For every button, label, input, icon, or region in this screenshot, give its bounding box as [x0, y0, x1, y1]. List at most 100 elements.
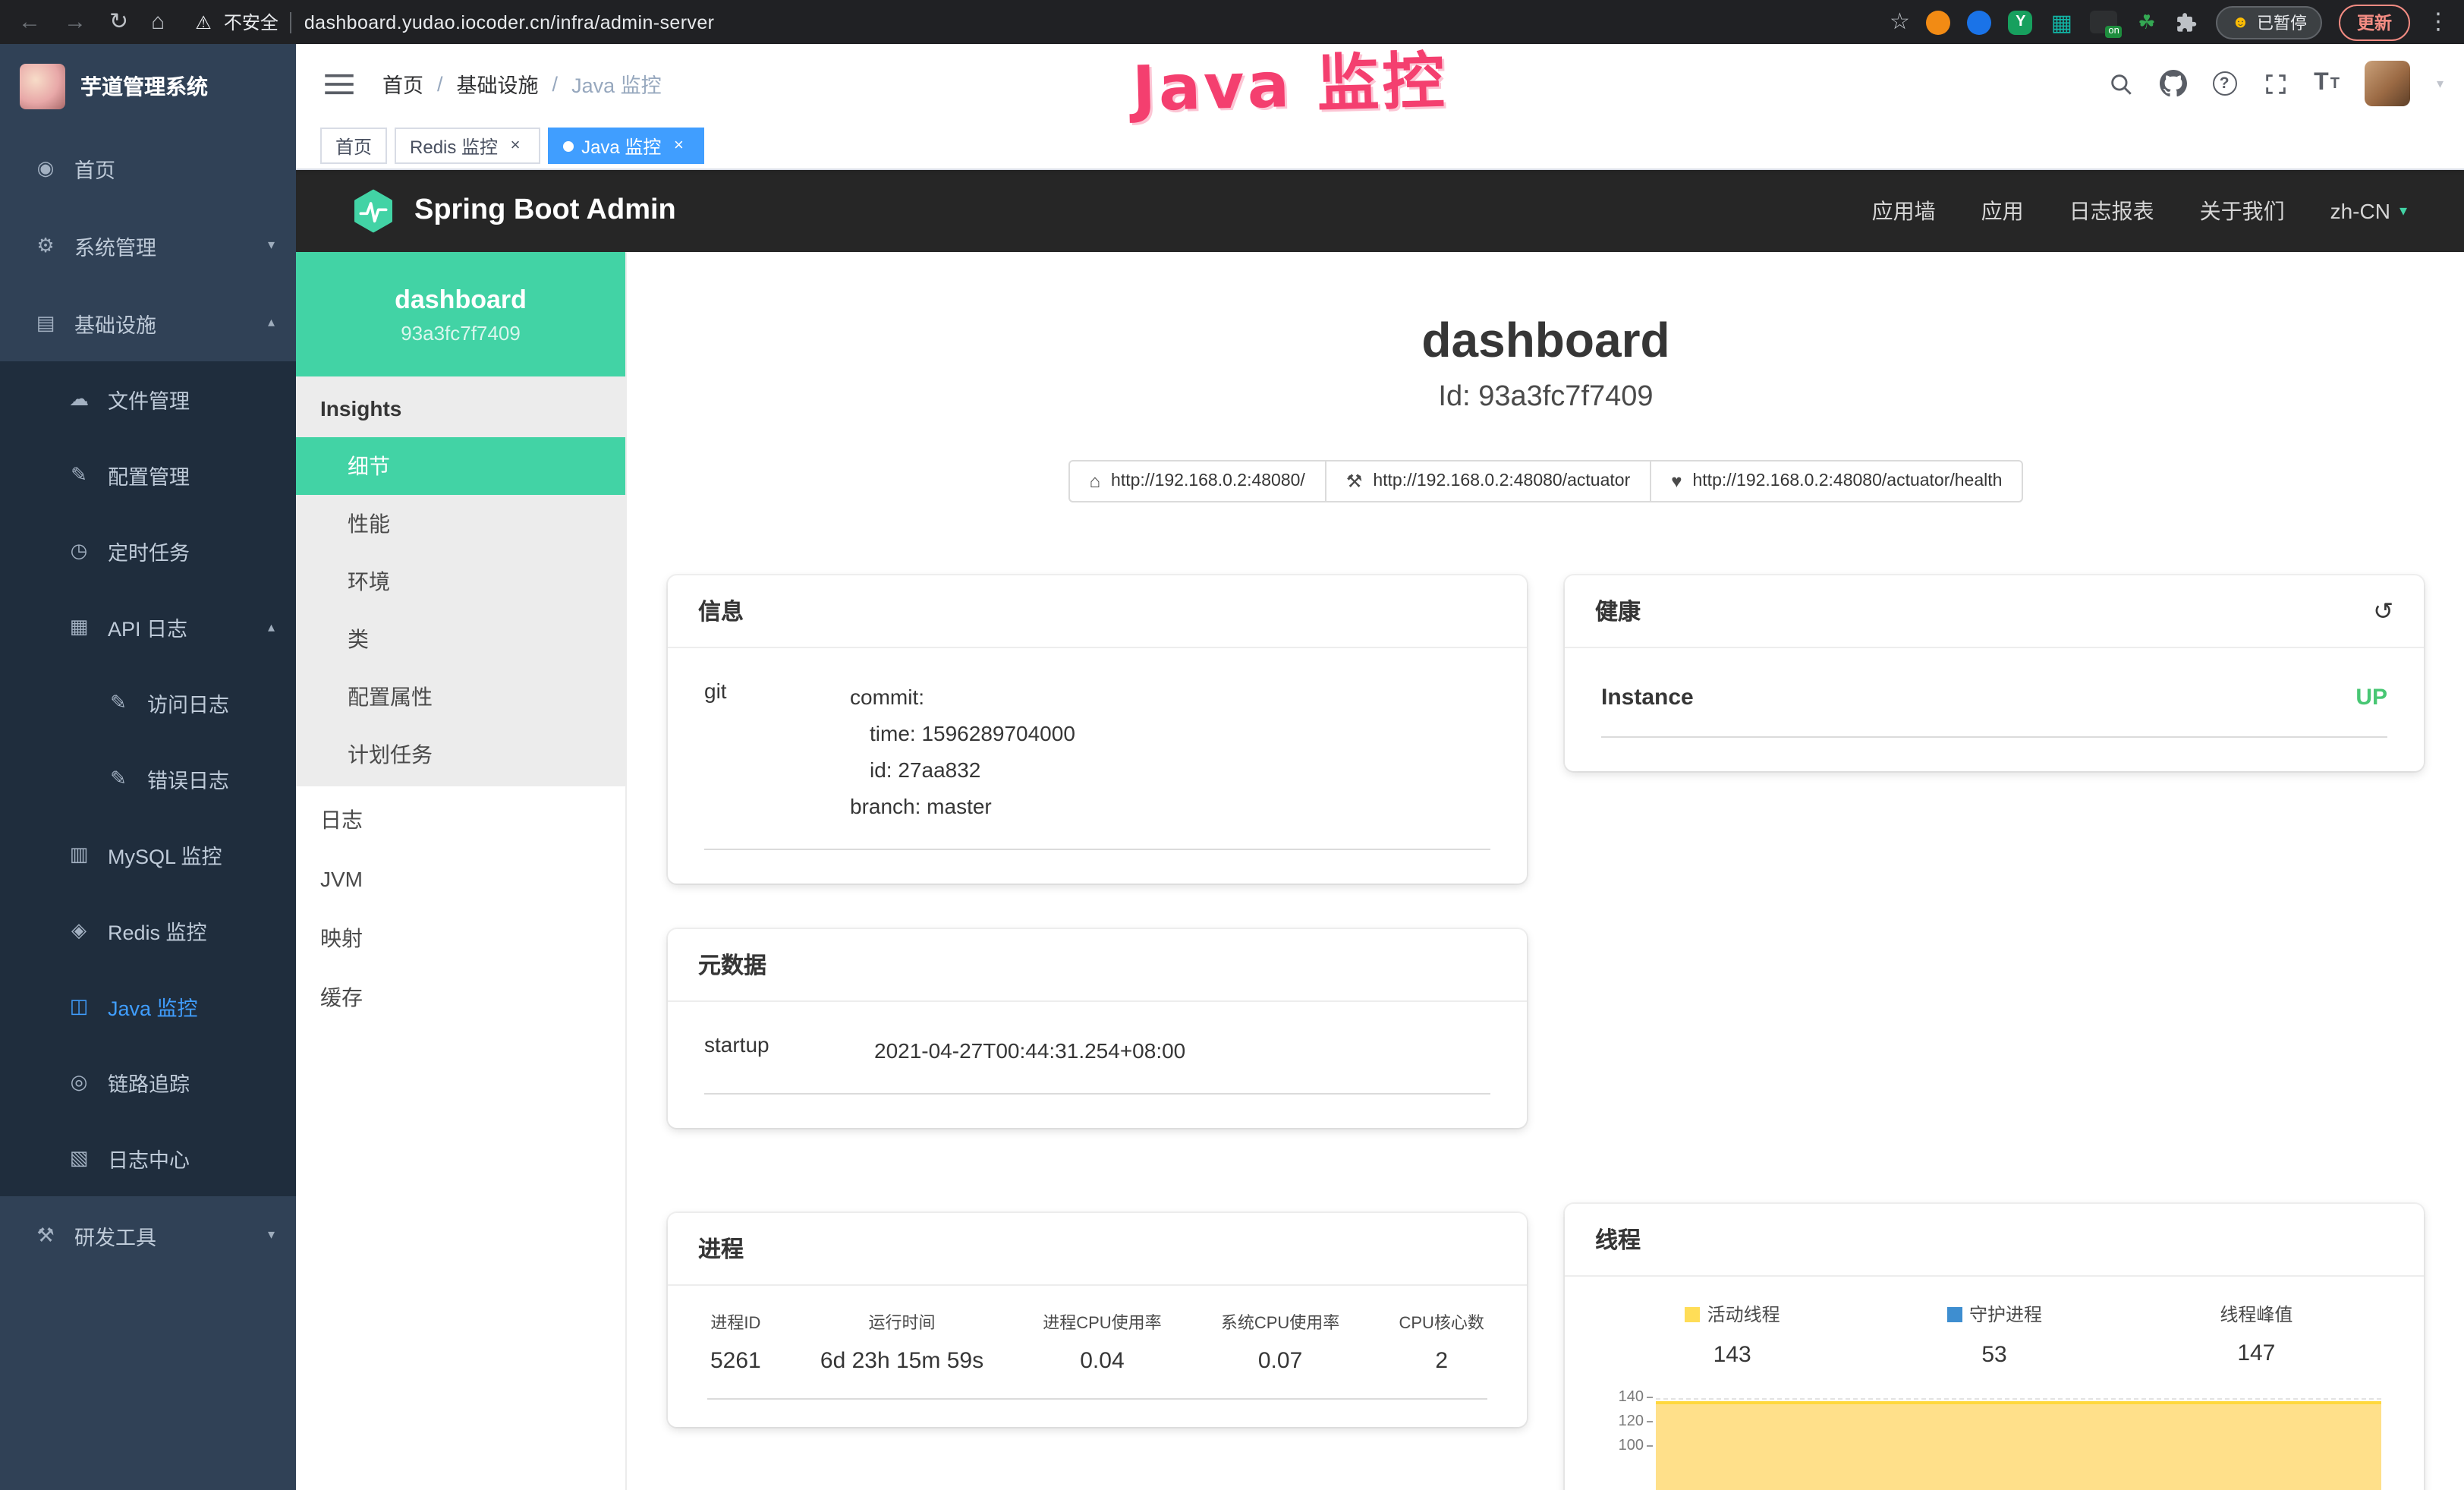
- chevron-down-icon: ▾: [2399, 203, 2407, 219]
- info-card-title: 信息: [698, 595, 744, 627]
- profile-avatar-emoji-icon: ☻: [2232, 13, 2249, 31]
- address-bar[interactable]: ⚠ 不安全 dashboard.yudao.iocoder.cn/infra/a…: [195, 9, 714, 35]
- extension-icon-fox[interactable]: [1927, 10, 1951, 34]
- sba-item-environment[interactable]: 环境: [296, 553, 625, 610]
- screen: ← → ↻ ⌂ ⚠ 不安全 dashboard.yudao.iocoder.cn…: [0, 0, 2464, 1490]
- sidebar-item-home[interactable]: ◉ 首页: [0, 129, 296, 206]
- extension-icon-grid[interactable]: ▦: [2050, 10, 2074, 34]
- sba-nav-journal[interactable]: 日志报表: [2069, 196, 2154, 226]
- sba-nav-wall[interactable]: 应用墙: [1872, 196, 1936, 226]
- github-icon[interactable]: [2159, 70, 2186, 97]
- sba-body: dashboard 93a3fc7f7409 Insights 细节 性能 环境…: [296, 252, 2464, 1490]
- paused-label: 已暂停: [2257, 10, 2307, 34]
- page-title: dashboard: [627, 313, 2464, 369]
- instance-url-link[interactable]: ⌂ http://192.168.0.2:48080/: [1068, 460, 1326, 502]
- sba-item-mappings[interactable]: 映射: [296, 908, 625, 967]
- tab-home[interactable]: 首页: [320, 128, 387, 164]
- sba-app-header[interactable]: dashboard 93a3fc7f7409: [296, 252, 625, 376]
- app-header: 首页 / 基础设施 / Java 监控 ? T T: [296, 44, 2464, 123]
- sidebar-item-system-management[interactable]: ⚙ 系统管理 ▾: [0, 206, 296, 284]
- live-threads-area: [1656, 1400, 2381, 1490]
- sba-item-caches[interactable]: 缓存: [296, 967, 625, 1026]
- font-size-icon[interactable]: T T: [2314, 71, 2340, 96]
- metadata-card: 元数据 startup 2021-04-27T00:44:31.254+08:0…: [668, 929, 1527, 1128]
- dashboard-icon: ◉: [33, 156, 58, 180]
- sidebar-item-link-tracing[interactable]: ◎ 链路追踪: [0, 1044, 296, 1120]
- sba-item-classes[interactable]: 类: [296, 610, 625, 668]
- extension-icon-leaf[interactable]: ☘: [2135, 10, 2159, 34]
- sba-locale-select[interactable]: zh-CN ▾: [2330, 199, 2407, 223]
- sba-item-performance[interactable]: 性能: [296, 495, 625, 553]
- browser-toolbar-right: ☆ Y ▦ on ☘ ☻ 已暂停 更新 ⋮: [1890, 4, 2464, 40]
- metadata-card-title: 元数据: [698, 949, 766, 981]
- sba-nav-applications[interactable]: 应用: [1981, 196, 2024, 226]
- profile-paused-badge[interactable]: ☻ 已暂停: [2217, 5, 2322, 39]
- chevron-up-icon: ▴: [268, 314, 275, 331]
- browser-back-icon[interactable]: ←: [18, 11, 41, 33]
- actuator-url-link[interactable]: ⚒ http://192.168.0.2:48080/actuator: [1325, 460, 1651, 502]
- tab-redis-monitor[interactable]: Redis 监控 ×: [395, 128, 540, 164]
- sidebar-item-config-management[interactable]: ✎ 配置管理: [0, 437, 296, 513]
- extension-icon-on-switch[interactable]: on: [2091, 11, 2118, 33]
- hamburger-icon[interactable]: [325, 71, 354, 96]
- breadcrumb-home[interactable]: 首页: [382, 68, 423, 99]
- sidebar-item-infrastructure[interactable]: ▤ 基础设施 ▴: [0, 284, 296, 361]
- browser-home-icon[interactable]: ⌂: [151, 11, 165, 33]
- sidebar-item-error-logs[interactable]: ✎ 错误日志: [0, 741, 296, 817]
- sidebar-item-java-monitor[interactable]: ◫ Java 监控: [0, 969, 296, 1044]
- chrome-update-button[interactable]: 更新: [2339, 4, 2410, 40]
- sba-brand[interactable]: Spring Boot Admin: [351, 188, 676, 234]
- breadcrumb: 首页 / 基础设施 / Java 监控: [382, 68, 662, 99]
- breadcrumb-infrastructure[interactable]: 基础设施: [457, 68, 539, 99]
- browser-forward-icon[interactable]: →: [64, 11, 87, 33]
- yudao-logo-image: [20, 64, 65, 109]
- threads-card: 线程 活动线程 143: [1565, 1204, 2424, 1490]
- redis-icon: ◈: [67, 918, 91, 943]
- sba-header: Spring Boot Admin 应用墙 应用 日志报表 关于我们 zh-CN…: [296, 170, 2464, 252]
- sba-item-jvm[interactable]: JVM: [296, 849, 625, 908]
- sidebar-item-file-management[interactable]: ☁ 文件管理: [0, 361, 296, 437]
- close-icon[interactable]: ×: [505, 136, 525, 156]
- search-icon[interactable]: [2107, 71, 2133, 96]
- avatar[interactable]: [2365, 61, 2411, 106]
- document-icon: ✎: [106, 767, 131, 791]
- eye-icon: ◎: [67, 1070, 91, 1095]
- tab-java-monitor[interactable]: Java 监控 ×: [548, 128, 703, 164]
- sba-item-logs[interactable]: 日志: [296, 789, 625, 849]
- avatar-caret-down-icon[interactable]: ▾: [2437, 75, 2444, 92]
- sba-item-config-props[interactable]: 配置属性: [296, 668, 625, 726]
- health-card-title: 健康: [1595, 595, 1641, 627]
- sidebar-item-api-logs[interactable]: ▦ API 日志 ▴: [0, 589, 296, 665]
- sba-item-scheduled-tasks[interactable]: 计划任务: [296, 726, 625, 783]
- tags-view-bar: 首页 Redis 监控 × Java 监控 ×: [296, 123, 2464, 170]
- instance-health-row: Instance UP: [1601, 679, 2387, 738]
- extension-icon-y[interactable]: Y: [2009, 10, 2033, 34]
- fullscreen-icon[interactable]: [2262, 71, 2288, 96]
- sidebar-item-access-logs[interactable]: ✎ 访问日志: [0, 665, 296, 741]
- browser-reload-icon[interactable]: ↻: [109, 11, 128, 33]
- sidebar-item-redis-monitor[interactable]: ◈ Redis 监控: [0, 893, 296, 969]
- sidebar-item-dev-tools[interactable]: ⚒ 研发工具 ▾: [0, 1196, 296, 1274]
- sidebar-item-scheduled-tasks[interactable]: ◷ 定时任务: [0, 513, 296, 589]
- sba-nav-about[interactable]: 关于我们: [2200, 196, 2285, 226]
- close-icon[interactable]: ×: [669, 136, 688, 156]
- browser-menu-kebab-icon[interactable]: ⋮: [2427, 11, 2450, 33]
- cards-grid: 信息 git commit: time: 1596289704000 id: 2…: [627, 502, 2464, 1490]
- yudao-menu: ◉ 首页 ⚙ 系统管理 ▾ ▤ 基础设施 ▴ ☁ 文件管理 ✎ 配置管: [0, 129, 296, 1274]
- legend-daemon-threads: 守护进程 53: [1863, 1301, 2125, 1367]
- extension-icon-drop[interactable]: [1968, 10, 1992, 34]
- health-history-icon[interactable]: ↺: [2373, 596, 2393, 626]
- help-icon[interactable]: ?: [2212, 71, 2236, 96]
- sidebar-item-log-center[interactable]: ▧ 日志中心: [0, 1120, 296, 1196]
- app-logo[interactable]: 芋道管理系统: [0, 44, 296, 129]
- sba-insights-group: Insights 细节 性能 环境 类 配置属性 计划任务: [296, 376, 625, 786]
- extensions-puzzle-icon[interactable]: [2176, 10, 2200, 34]
- health-url-link[interactable]: ♥ http://192.168.0.2:48080/actuator/heal…: [1650, 460, 2023, 502]
- process-card: 进程 进程ID 5261 运行时间: [668, 1213, 1527, 1427]
- startup-row: startup 2021-04-27T00:44:31.254+08:00: [704, 1032, 1490, 1095]
- sba-item-details[interactable]: 细节: [296, 437, 625, 495]
- sidebar-item-mysql-monitor[interactable]: ▥ MySQL 监控: [0, 817, 296, 893]
- browser-chrome: ← → ↻ ⌂ ⚠ 不安全 dashboard.yudao.iocoder.cn…: [0, 0, 2464, 44]
- bookmark-star-icon[interactable]: ☆: [1890, 11, 1910, 33]
- threads-card-title: 线程: [1595, 1224, 1641, 1255]
